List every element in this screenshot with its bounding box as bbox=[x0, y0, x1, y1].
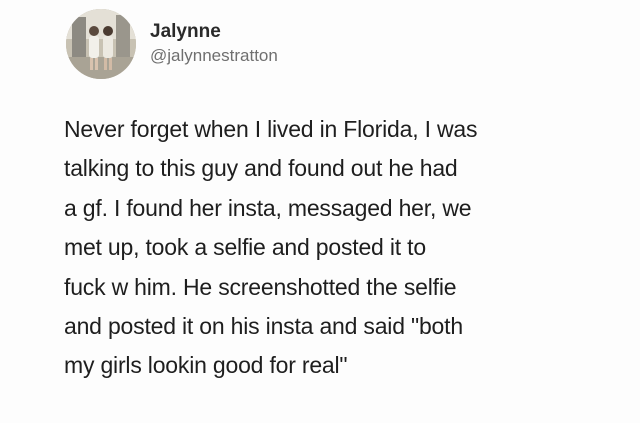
user-handle[interactable]: @jalynnestratton bbox=[150, 44, 278, 68]
tweet-text-line: talking to this guy and found out he had bbox=[64, 155, 458, 182]
tweet-text-line: met up, took a selfie and posted it to bbox=[64, 234, 426, 261]
display-name[interactable]: Jalynne bbox=[150, 20, 278, 44]
tweet-text-line: a gf. I found her insta, messaged her, w… bbox=[64, 194, 472, 221]
author-names: Jalynne @jalynnestratton bbox=[150, 20, 278, 68]
profile-photo-icon bbox=[66, 9, 136, 79]
tweet-header: Jalynne @jalynnestratton bbox=[66, 4, 278, 84]
tweet-text: Never forget when I lived in Florida, I … bbox=[64, 110, 624, 386]
tweet-text-line: my girls lookin good for real" bbox=[64, 352, 348, 379]
tweet-card: Jalynne @jalynnestratton Never forget wh… bbox=[0, 0, 640, 423]
tweet-text-line: fuck w him. He screenshotted the selfie bbox=[64, 273, 457, 300]
tweet-text-line: Never forget when I lived in Florida, I … bbox=[64, 116, 478, 142]
avatar[interactable] bbox=[66, 9, 136, 79]
tweet-text-line: and posted it on his insta and said "bot… bbox=[64, 313, 463, 340]
